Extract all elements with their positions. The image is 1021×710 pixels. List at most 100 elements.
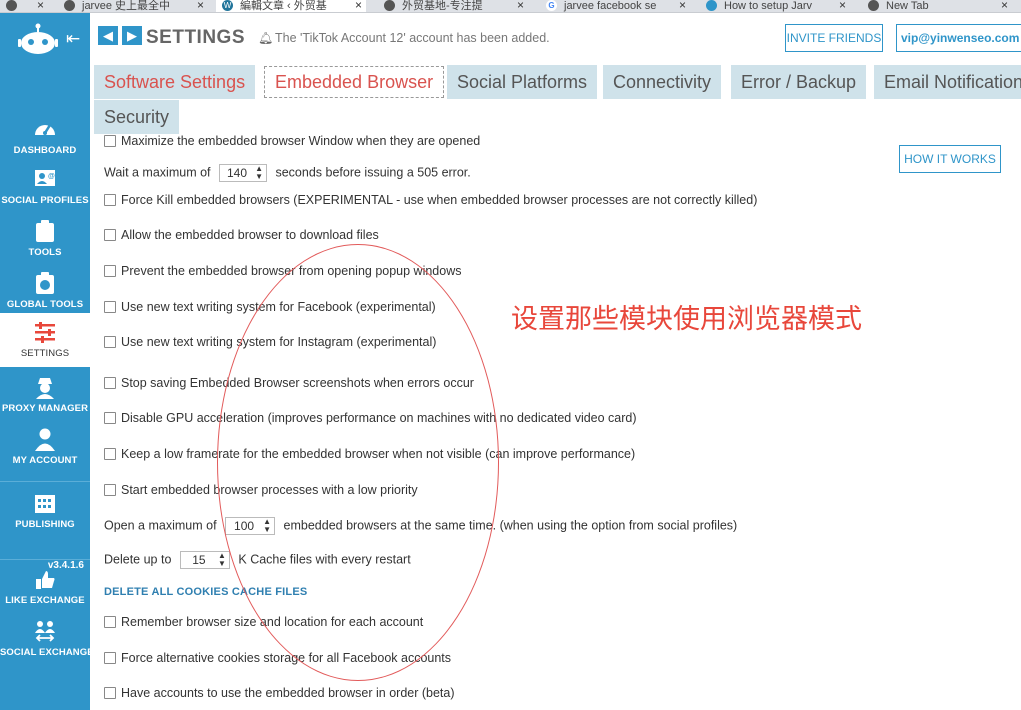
sidebar-item-tools[interactable]: TOOLS [0,219,90,258]
forward-button[interactable]: ▶ [122,26,142,45]
checkbox[interactable] [104,135,116,147]
setting-row: Maximize the embedded browser Window whe… [104,134,480,148]
wordpress-icon: W [222,0,233,11]
google-icon: G [546,0,557,11]
checkbox[interactable] [104,336,116,348]
page-title: SETTINGS [146,27,246,48]
wait-seconds-stepper[interactable]: 140 ▲ ▼ [219,164,267,182]
checkbox[interactable] [104,301,116,313]
sidebar-item-like-exchange[interactable]: LIKE EXCHANGE [0,567,90,606]
tab-social-platforms[interactable]: Social Platforms [447,65,598,99]
close-tab-icon[interactable]: × [355,0,362,11]
checkbox[interactable] [104,484,116,496]
tab-email-notification[interactable]: Email Notification [874,65,1021,99]
proxy-icon [36,378,54,399]
settings-icon [35,322,55,343]
checkbox[interactable] [104,265,116,277]
setting-row: Open a maximum of 100 ▲ ▼ embedded browser… [104,517,738,535]
tab-error-backup[interactable]: Error / Backup [731,65,867,99]
sidebar: ⇤ DASHBOARD @ SOCIAL PROFILES TOOLS GLOB… [0,13,94,710]
page-header: ◀ ▶ SETTINGS 🔔︎ The 'TikTok Account 12' … [90,13,1021,63]
setting-row: Have accounts to use the embedded browse… [104,686,455,700]
setting-row: Remember browser size and location for e… [104,615,423,629]
checkbox[interactable] [104,194,116,206]
browser-tab-bar: 提f× jarvee 史上最全中× W編輯文章 ‹ 外贸基× 外贸基地-专注提×… [0,0,1021,13]
settings-tabs: Software Settings Embedded Browser Socia… [90,63,1021,134]
checkbox[interactable] [104,616,116,628]
checkbox[interactable] [104,652,116,664]
social-profiles-icon: @ [35,170,55,186]
sidebar-item-proxy-manager[interactable]: PROXY MANAGER [0,375,90,414]
setting-row: Force alternative cookies storage for al… [104,651,451,665]
stepper-arrows-icon[interactable]: ▲ ▼ [218,552,226,568]
checkbox[interactable] [104,229,116,241]
browser-tab[interactable]: jarvee 史上最全中 × [58,0,208,12]
robot-logo-icon [18,23,58,54]
sidebar-item-publishing[interactable]: PUBLISHING [0,491,90,530]
tools-icon [36,220,54,242]
calendar-icon [35,495,55,513]
stepper-arrows-icon[interactable]: ▲ ▼ [263,518,271,534]
sidebar-item-my-account[interactable]: MY ACCOUNT [0,427,90,466]
invite-friends-button[interactable]: INVITE FRIENDS [785,24,883,52]
browser-tab[interactable]: 提f× [0,0,48,12]
setting-row: Prevent the embedded browser from openin… [104,264,462,278]
close-tab-icon[interactable]: × [1001,0,1008,11]
how-it-works-button[interactable]: HOW IT WORKS [899,145,1001,173]
browser-tab[interactable]: 外贸基地-专注提 × [378,0,528,12]
checkbox[interactable] [104,377,116,389]
browser-tab[interactable]: Gjarvee facebook se × [540,0,690,12]
close-tab-icon[interactable]: × [517,0,524,11]
app-icon [6,0,17,11]
global-tools-icon [36,272,54,294]
setting-row: Disable GPU acceleration (improves perfo… [104,411,637,425]
close-tab-icon[interactable]: × [37,0,44,11]
settings-content: HOW IT WORKS Maximize the embedded brows… [90,133,1021,710]
logout-icon[interactable]: ⇤ [66,29,80,49]
sidebar-item-settings[interactable]: SETTINGS [0,313,90,367]
account-icon [35,428,55,451]
close-tab-icon[interactable]: × [839,0,846,11]
browser-tab[interactable]: New Tab × [862,0,1012,12]
stepper-arrows-icon[interactable]: ▲ ▼ [255,165,263,181]
max-browsers-stepper[interactable]: 100 ▲ ▼ [225,517,276,535]
globe-icon [64,0,75,11]
setting-row: Use new text writing system for Facebook… [104,300,436,314]
tab-embedded-browser[interactable]: Embedded Browser [264,66,445,98]
annotation-text: 设置那些模块使用浏览器模式 [511,304,862,335]
setting-row: Use new text writing system for Instagra… [104,335,436,349]
browser-tab-active[interactable]: W 編輯文章 ‹ 外贸基 × [216,0,366,12]
globe-icon [868,0,879,11]
globe-icon [384,0,395,11]
account-email-button[interactable]: vip@yinwenseo.com [896,24,1021,52]
tab-connectivity[interactable]: Connectivity [603,65,722,99]
sidebar-divider [0,559,90,560]
tab-security[interactable]: Security [94,100,180,134]
bell-icon: 🔔︎ [258,31,274,45]
checkbox[interactable] [104,412,116,424]
sidebar-item-dashboard[interactable]: DASHBOARD [0,117,90,156]
sidebar-item-global-tools[interactable]: GLOBAL TOOLS [0,271,90,310]
setting-row: Force Kill embedded browsers (EXPERIMENT… [104,193,757,207]
setting-row: Keep a low framerate for the embedded br… [104,447,635,461]
tab-software-settings[interactable]: Software Settings [94,65,256,99]
svg-text:@: @ [48,173,55,180]
setting-row: Wait a maximum of 140 ▲ ▼ seconds before i… [104,164,471,182]
setting-row: Allow the embedded browser to download f… [104,228,379,242]
delete-cookies-link[interactable]: DELETE ALL COOKIES CACHE FILES [104,586,307,598]
checkbox[interactable] [104,687,116,699]
setting-row: Stop saving Embedded Browser screenshots… [104,376,474,390]
browser-tab[interactable]: How to setup Jarv × [700,0,850,12]
close-tab-icon[interactable]: × [197,0,204,11]
setting-row: Delete up to 15 ▲ ▼ K Cache files with eve… [104,551,411,569]
notification-text: The 'TikTok Account 12' account has been… [275,31,550,45]
sidebar-item-social-profiles[interactable]: @ SOCIAL PROFILES [0,167,90,206]
sidebar-item-social-exchange[interactable]: SOCIAL EXCHANGE [0,619,94,658]
back-button[interactable]: ◀ [98,26,118,45]
social-exchange-icon [35,621,55,642]
close-tab-icon[interactable]: × [679,0,686,11]
checkbox[interactable] [104,448,116,460]
setting-row: Start embedded browser processes with a … [104,483,418,497]
sidebar-divider [0,481,90,482]
cache-files-stepper[interactable]: 15 ▲ ▼ [179,551,230,569]
